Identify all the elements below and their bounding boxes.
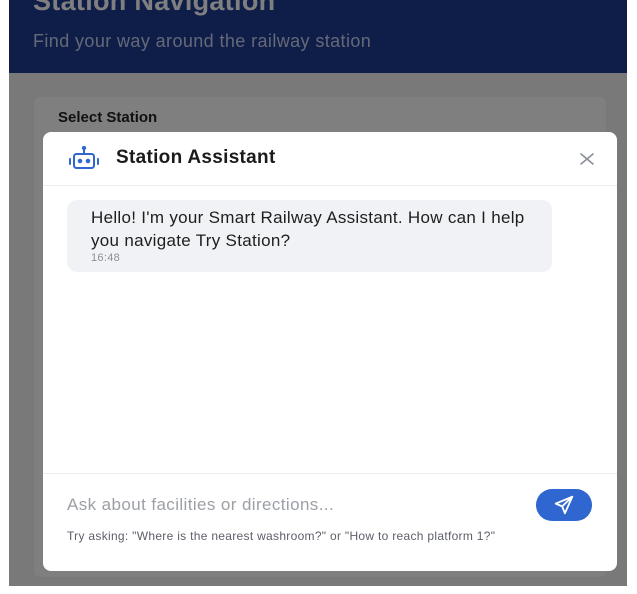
message-timestamp: 16:48 <box>91 252 121 264</box>
dialog-title: Station Assistant <box>116 147 276 168</box>
send-icon <box>554 495 574 515</box>
dialog-header: Station Assistant <box>43 132 617 186</box>
chat-input[interactable] <box>63 490 531 520</box>
close-button[interactable] <box>573 145 601 173</box>
message-list: Hello! I'm your Smart Railway Assistant.… <box>43 186 617 472</box>
app-screen: Station Navigation Find your way around … <box>9 0 627 586</box>
suggestion-hint: Try asking: "Where is the nearest washro… <box>67 529 496 543</box>
message-text: Hello! I'm your Smart Railway Assistant.… <box>91 208 525 250</box>
close-icon <box>580 153 594 165</box>
assistant-dialog: Station Assistant Hello! I'm your Smart … <box>43 132 617 571</box>
send-button[interactable] <box>536 489 592 521</box>
assistant-message: Hello! I'm your Smart Railway Assistant.… <box>67 200 552 272</box>
robot-icon <box>69 146 99 169</box>
chat-input-area: Try asking: "Where is the nearest washro… <box>43 473 617 571</box>
